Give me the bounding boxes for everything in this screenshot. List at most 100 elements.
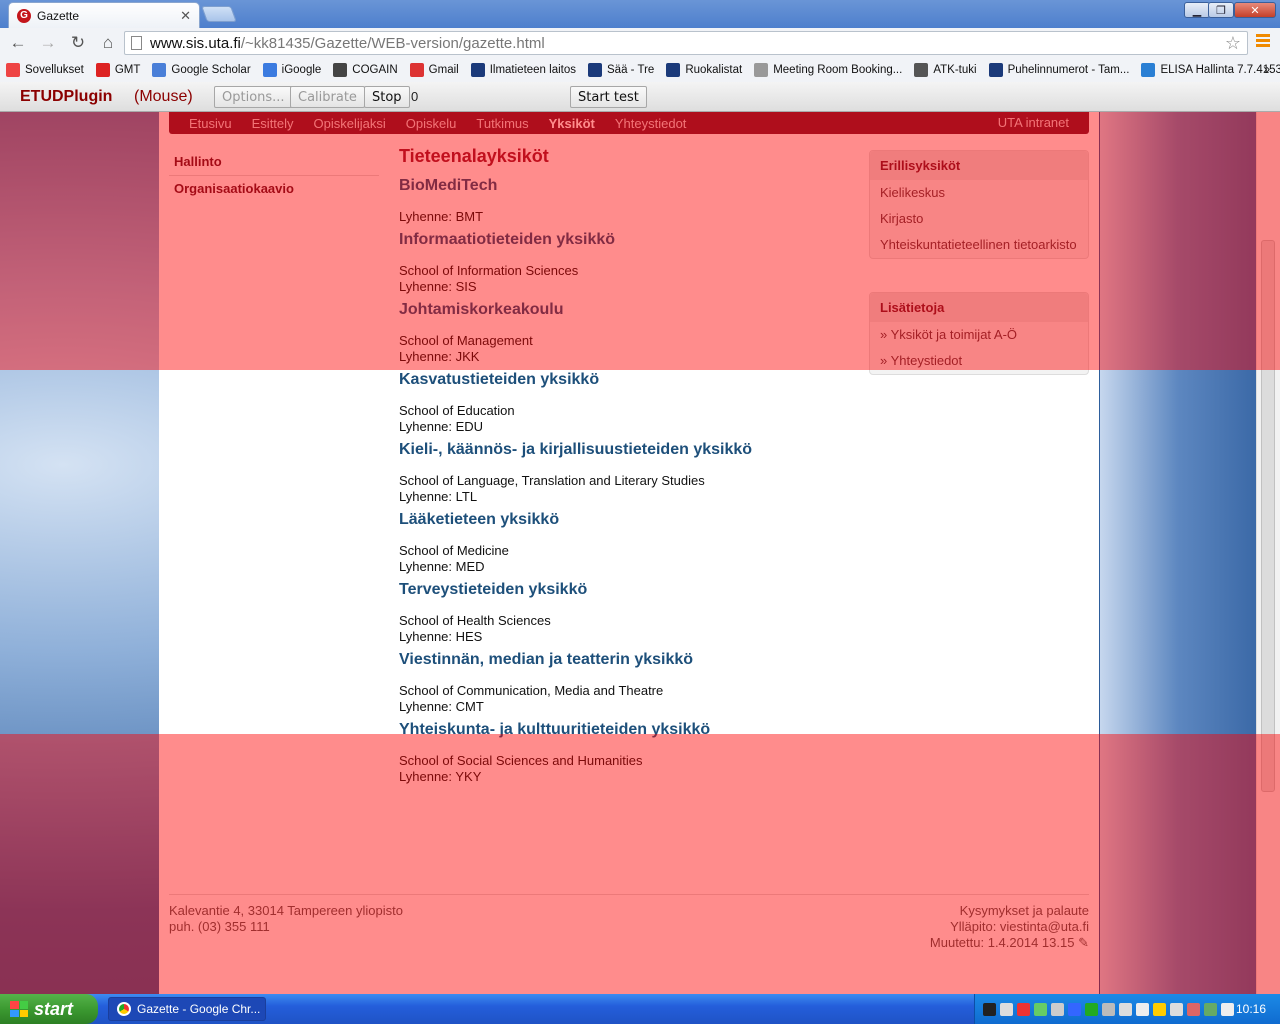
browser-toolbar: ← → ↻ ⌂ www.sis.uta.fi/~kk81435/Gazette/… [0,28,1280,58]
tray-bluetooth-icon[interactable] [1068,1002,1081,1016]
browser-tab[interactable]: G Gazette ✕ [8,2,200,28]
bookmark-item[interactable]: Ilmatieteen laitos [470,63,576,77]
home-icon[interactable]: ⌂ [96,31,120,55]
separate-unit-link[interactable]: Kielikeskus [870,180,1088,206]
start-test-button[interactable]: Start test [570,86,647,108]
tray-icon[interactable] [1102,1002,1115,1016]
new-tab-button[interactable] [201,6,237,22]
unit-name-link[interactable]: Lääketieteen yksikkö [399,511,849,529]
tray-warning-icon[interactable] [1153,1002,1166,1016]
gmail-icon [409,63,424,77]
edit-pencil-icon[interactable]: ✎ [1078,935,1089,950]
bookmark-item[interactable]: ATK-tuki [914,63,977,77]
sample-count: 0 [411,89,419,104]
tray-icon[interactable] [1051,1002,1064,1016]
taskbar-chrome-window[interactable]: Gazette - Google Chr... [108,997,266,1021]
unit-abbreviation: Lyhenne: LTL [399,489,478,504]
bookmark-item[interactable]: Sää - Tre [588,63,654,77]
tray-volume-icon[interactable] [1221,1002,1234,1016]
unit-name-link[interactable]: Viestinnän, median ja teatterin yksikkö [399,651,849,669]
back-icon[interactable]: ← [6,31,30,55]
bookmarks-more-button[interactable]: » [1263,62,1270,76]
tray-wifi-icon[interactable] [1085,1002,1098,1016]
forward-icon[interactable]: → [36,31,60,55]
bookmark-label: Google Scholar [171,64,251,76]
unit-entry: Lääketieteen yksikkö School of Medicine Ly… [399,511,849,575]
scrollbar-thumb[interactable] [1261,240,1275,792]
scholar-icon [152,63,167,77]
nav-item[interactable]: Yksiköt [549,116,595,131]
tray-icon[interactable] [1170,1002,1183,1016]
bookmark-label: ELISA Hallinta 7.7.4153 [1160,64,1280,76]
system-tray: 10:16 [974,994,1280,1024]
separate-unit-link[interactable]: Kirjasto [870,206,1088,232]
start-button[interactable]: start [0,994,98,1024]
bookmark-star-icon[interactable]: ☆ [1225,33,1241,54]
bookmark-item[interactable]: COGAIN [333,63,398,77]
footer-maintainer-link[interactable]: Ylläpito: viestinta@uta.fi [930,919,1089,935]
tray-icon[interactable] [1187,1002,1200,1016]
separate-unit-link[interactable]: Yhteiskuntatieteellinen tietoarkisto [870,232,1088,258]
nav-item[interactable]: Tutkimus [476,116,528,131]
leftnav-item[interactable]: Hallinto [169,150,379,176]
nav-item[interactable]: Yhteystiedot [615,116,687,131]
unit-name-link[interactable]: Kasvatustieteiden yksikkö [399,371,849,389]
bookmark-item[interactable]: Ruokalistat [666,63,742,77]
bookmark-item[interactable]: GMT [95,63,140,77]
tray-chrome-icon[interactable] [1017,1002,1030,1016]
footer-feedback-link[interactable]: Kysymykset ja palaute [930,903,1089,919]
close-window-button[interactable]: ✕ [1234,2,1276,18]
main-navigation: Etusivu Esittely Opiskelijaksi Opiskelu Tutk… [169,112,1089,134]
tray-icon[interactable] [983,1002,996,1016]
tray-icon[interactable] [1034,1002,1047,1016]
more-info-link[interactable]: Yhteystiedot [870,348,1088,374]
tray-icon[interactable] [1204,1002,1217,1016]
options-button[interactable]: Options... [214,86,293,108]
unit-name-link[interactable]: Informaatiotieteiden yksikkö [399,231,849,249]
bookmark-item[interactable]: Gmail [409,63,459,77]
close-tab-icon[interactable]: ✕ [180,8,191,24]
bookmark-item[interactable]: Google Scholar [152,63,251,77]
nav-item[interactable]: Esittely [252,116,294,131]
reload-icon[interactable]: ↻ [66,31,90,55]
bookmark-label: ATK-tuki [933,64,977,76]
bookmark-label: COGAIN [352,64,398,76]
footer-right: Kysymykset ja palaute Ylläpito: viestint… [930,903,1089,951]
unit-name-link[interactable]: Yhteiskunta- ja kulttuuritieteiden yksik… [399,721,849,739]
tray-icon[interactable] [1000,1002,1013,1016]
unit-name-link[interactable]: Johtamiskorkeakoulu [399,301,849,319]
unit-entry: Informaatiotieteiden yksikkö School of In… [399,231,849,295]
unit-name-link[interactable]: BioMediTech [399,177,849,195]
elisa-icon [1141,63,1156,77]
unit-english-name: School of Medicine [399,543,509,558]
minimize-button[interactable]: ▁ [1184,2,1210,18]
unit-entry: BioMediTech Lyhenne: BMT [399,177,849,225]
bookmark-item[interactable]: iGoogle [262,63,321,77]
bookmark-item[interactable]: ELISA Hallinta 7.7.4153 [1141,63,1280,77]
bookmark-item[interactable]: Meeting Room Booking... [754,63,902,77]
vertical-scrollbar[interactable] [1256,112,1280,994]
leftnav-item[interactable]: Organisaatiokaavio [169,176,379,202]
gazette-favicon-icon: G [17,8,31,23]
address-bar[interactable]: www.sis.uta.fi/~kk81435/Gazette/WEB-vers… [124,31,1248,55]
nav-item[interactable]: Opiskelijaksi [314,116,386,131]
unit-name-link[interactable]: Terveystieteiden yksikkö [399,581,849,599]
chrome-menu-icon[interactable] [1256,34,1270,49]
nav-uta-intranet[interactable]: UTA intranet [998,115,1069,130]
tray-network-icon[interactable] [1119,1002,1132,1016]
bookmark-item[interactable]: Puhelinnumerot - Tam... [988,63,1129,77]
windows-taskbar: start Gazette - Google Chr... 10:16 [0,994,1280,1024]
nav-item[interactable]: Etusivu [189,116,232,131]
page-footer: Kalevantie 4, 33014 Tampereen yliopisto … [169,894,1089,950]
restore-button[interactable]: ❐ [1208,2,1234,18]
bookmark-flag-icon [470,63,485,77]
more-info-link[interactable]: Yksiköt ja toimijat A-Ö [870,322,1088,348]
tray-icon[interactable] [1136,1002,1149,1016]
left-navigation: Hallinto Organisaatiokaavio [169,150,379,202]
bookmark-item[interactable]: Sovellukset [6,63,84,77]
calibrate-button[interactable]: Calibrate [290,86,365,108]
nav-item[interactable]: Opiskelu [406,116,457,131]
cogain-icon [333,63,348,77]
stop-button[interactable]: Stop [364,86,410,108]
unit-name-link[interactable]: Kieli-, käännös- ja kirjallisuustieteide… [399,441,849,459]
